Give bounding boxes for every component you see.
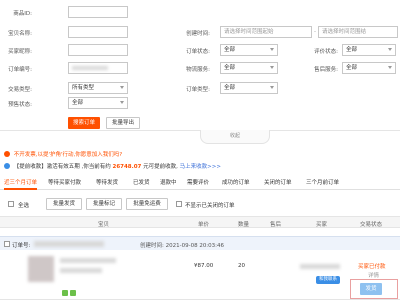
contact-buyer-label: 和我联系: [319, 277, 337, 282]
logistics-value: 全部: [224, 65, 236, 71]
tab-awaiting-shipment[interactable]: 等待发货: [96, 176, 118, 190]
item-name-input[interactable]: [68, 26, 128, 38]
select-all-checkbox[interactable]: [8, 201, 14, 207]
collect-now-link[interactable]: 马上来收款>>>: [180, 164, 221, 170]
batch-export-button[interactable]: 批量导出: [106, 117, 140, 129]
table-header: 宝贝 单价 数量 售后 买家 交易状态: [0, 216, 400, 228]
trade-type-value: 所有类型: [72, 85, 95, 91]
chevron-down-icon: [388, 48, 392, 51]
divider-left: [0, 130, 200, 131]
order-status-select[interactable]: 全部: [220, 44, 278, 56]
chevron-down-icon: [120, 86, 124, 89]
order-no-label: 订单编号:: [8, 67, 32, 73]
header-after-sale: 售后: [270, 222, 282, 228]
batch-ship-button[interactable]: 批量发货: [46, 198, 82, 210]
header-item: 宝贝: [98, 222, 110, 228]
presale-select[interactable]: 全部: [68, 97, 128, 109]
order-no-input[interactable]: [68, 62, 128, 74]
header-qty: 数量: [238, 222, 250, 228]
item-name-label: 宝贝名称:: [8, 31, 32, 37]
trade-type-select[interactable]: 所有类型: [68, 82, 128, 94]
end-date-input[interactable]: 请选择时间范围结: [318, 26, 398, 38]
contact-buyer-badge[interactable]: 和我联系: [316, 276, 340, 284]
logistics-label: 物流服务:: [186, 67, 210, 73]
hide-closed-label: 不显示已关闭的订单: [185, 203, 235, 209]
start-date-placeholder: 请选择时间范围起始: [224, 29, 274, 35]
notice-two-suffix: 元可提前收款,: [143, 164, 178, 170]
collapse-toggle[interactable]: 收起: [200, 130, 270, 144]
blurred-product-sku: [60, 268, 102, 273]
prepay-amount: 26748.07: [112, 164, 142, 170]
order-no-label-row: 订单号:: [12, 243, 31, 249]
order-price: ¥87.00: [194, 263, 214, 269]
tab-older[interactable]: 三个月前订单: [306, 176, 339, 190]
batch-mark-button[interactable]: 批量标记: [86, 198, 122, 210]
divider-right: [270, 130, 400, 131]
buyer-nick-input[interactable]: [68, 44, 128, 56]
order-type-value: 全部: [224, 85, 236, 91]
header-price: 单价: [198, 222, 210, 228]
created-time-label: 创建时间:: [186, 31, 210, 37]
blurred-buyer-name: [300, 264, 340, 269]
review-status-label: 评价状态:: [314, 49, 338, 55]
product-id-input[interactable]: [68, 6, 128, 18]
order-status-value: 全部: [224, 47, 236, 53]
chevron-down-icon: [388, 66, 392, 69]
batch-free-shipping-button[interactable]: 批量免运费: [126, 198, 168, 210]
order-created-time: 创建时间: 2021-09-08 20:03:46: [140, 243, 225, 249]
info-icon: [4, 163, 10, 169]
after-sale-label: 售后服务:: [314, 67, 338, 73]
tab-refunding[interactable]: 退款中: [160, 176, 177, 190]
header-trade-status: 交易状态: [360, 222, 383, 228]
chevron-down-icon: [270, 86, 274, 89]
range-separator: -: [314, 29, 316, 35]
notice-two: 【提前收款】激活有效五期 ,你当前有约 26748.07 元可提前收款, 马上来…: [4, 162, 221, 170]
trade-type-label: 交易类型:: [8, 87, 32, 93]
trade-status-text: 买家已付款: [358, 264, 386, 270]
tab-awaiting-payment[interactable]: 等待买家付款: [48, 176, 81, 190]
chevron-down-icon: [270, 66, 274, 69]
after-sale-select[interactable]: 全部: [342, 62, 396, 74]
start-date-input[interactable]: 请选择时间范围起始: [220, 26, 312, 38]
logistics-select[interactable]: 全部: [220, 62, 278, 74]
after-sale-value: 全部: [346, 65, 358, 71]
blurred-order-number: [34, 241, 104, 247]
hide-closed-checkbox[interactable]: [176, 201, 182, 207]
ship-button[interactable]: 发货: [360, 283, 382, 295]
order-type-select[interactable]: 全部: [220, 82, 278, 94]
search-orders-button[interactable]: 搜索订单: [68, 117, 100, 129]
product-thumbnail[interactable]: [28, 256, 54, 282]
notice-two-prefix: 【提前收款】激活有效五期 ,你当前有约: [13, 164, 111, 170]
tab-shipped[interactable]: 已发货: [133, 176, 150, 190]
notice-one: 不开发票,以提'护角'行动,你愿意加入我们吗?: [4, 150, 122, 158]
select-all-label: 全选: [18, 203, 30, 209]
blurred-order-no: [72, 66, 108, 70]
tab-successful[interactable]: 成功的订单: [222, 176, 250, 190]
presale-value: 全部: [72, 100, 84, 106]
blurred-product-title[interactable]: [60, 258, 116, 263]
order-checkbox[interactable]: [4, 241, 10, 247]
tab-needs-review[interactable]: 需要评价: [187, 176, 209, 190]
presale-label: 预售状态:: [8, 102, 32, 108]
order-qty: 20: [238, 263, 245, 269]
chevron-down-icon: [270, 48, 274, 51]
green-tag-icon: [62, 290, 68, 296]
order-detail-link[interactable]: 详情: [368, 271, 379, 279]
end-date-placeholder: 请选择时间范围结: [322, 29, 367, 35]
order-status-label: 订单状态:: [186, 49, 210, 55]
green-tag-icon: [70, 290, 76, 296]
order-type-label: 订单类型:: [186, 87, 210, 93]
notice-one-text: 不开发票,以提'护角'行动,你愿意加入我们吗?: [13, 152, 123, 158]
tab-closed[interactable]: 关闭的订单: [264, 176, 292, 190]
info-icon: [4, 151, 10, 157]
product-id-label: 商品ID:: [13, 11, 32, 17]
buyer-nick-label: 买家昵称:: [8, 49, 32, 55]
collapse-label: 收起: [229, 133, 240, 139]
order-tabs: 近三个月订单 等待买家付款 等待发货 已发货 退款中 需要评价 成功的订单 关闭…: [0, 176, 400, 190]
header-buyer: 买家: [316, 222, 328, 228]
review-status-select[interactable]: 全部: [342, 44, 396, 56]
chevron-down-icon: [120, 101, 124, 104]
review-status-value: 全部: [346, 47, 358, 53]
tab-recent-three-months[interactable]: 近三个月订单: [4, 176, 38, 190]
